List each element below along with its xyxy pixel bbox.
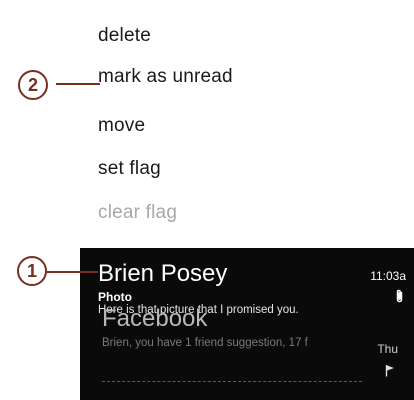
message-list: Brien Posey Photo Here is that picture t… (80, 248, 414, 400)
message-item[interactable]: Brien Posey Photo Here is that picture t… (80, 248, 414, 316)
message-item[interactable]: Facebook Brien, you have 1 friend sugges… (80, 300, 414, 400)
menu-item-mark-as-unread[interactable]: mark as unread (98, 65, 233, 89)
flag-icon (385, 364, 395, 382)
callout-1-leader (44, 271, 98, 273)
callout-2-badge: 2 (18, 70, 48, 100)
callout-2-leader (56, 83, 100, 85)
menu-item-set-flag[interactable]: set flag (98, 157, 161, 181)
message-preview: Brien, you have 1 friend suggestion, 17 … (102, 337, 308, 349)
menu-item-move[interactable]: move (98, 114, 145, 138)
message-time: Thu (377, 342, 398, 356)
message-time: 11:03a (370, 269, 406, 283)
message-sender: Facebook (102, 305, 208, 332)
callout-1-badge: 1 (17, 256, 47, 286)
message-sender: Brien Posey (98, 260, 228, 287)
list-divider (102, 381, 362, 382)
menu-item-delete[interactable]: delete (98, 24, 151, 48)
phone-screen: delete mark as unread move set flag clea… (80, 0, 414, 400)
context-menu: delete mark as unread move set flag clea… (80, 0, 414, 248)
menu-item-clear-flag: clear flag (98, 202, 178, 223)
